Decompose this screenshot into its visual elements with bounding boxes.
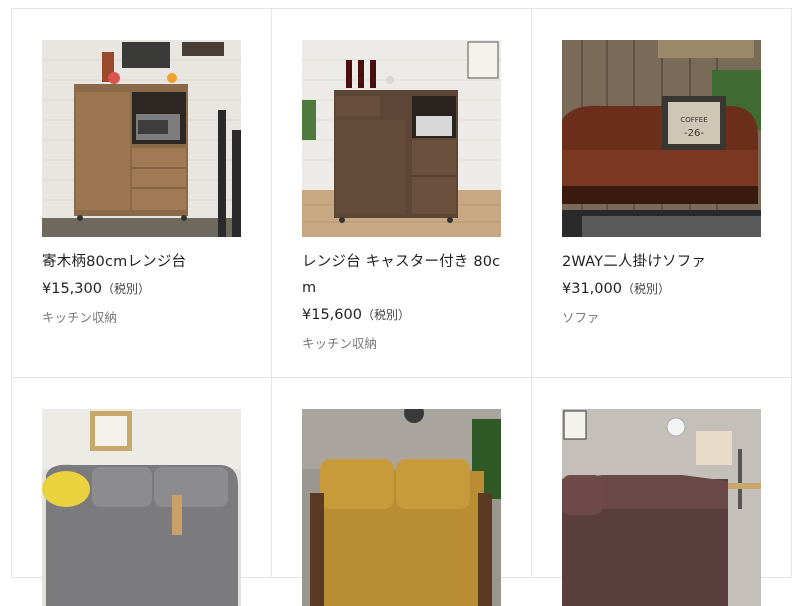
product-image[interactable] [42,409,241,606]
product-card[interactable]: COFFEE -26- 2WAY二人掛けソファ ¥31,000（税別） ソファ [532,9,792,378]
svg-text:-26-: -26- [684,128,704,139]
price-value: ¥15,600 [302,307,362,323]
product-card[interactable] [12,378,272,606]
tax-note: （税別） [361,308,410,322]
product-category[interactable]: キッチン収納 [302,335,502,353]
product-card[interactable]: レンジ台 キャスター付き 80cm ¥15,600（税別） キッチン収納 [272,9,532,378]
product-image[interactable] [562,409,761,606]
product-price: ¥31,000（税別） [562,277,762,301]
price-value: ¥31,000 [562,281,622,297]
product-category[interactable]: キッチン収納 [42,309,242,327]
product-title[interactable]: 寄木柄80cmレンジ台 [42,249,242,275]
price-value: ¥15,300 [42,281,102,297]
product-image[interactable] [42,40,241,237]
svg-text:COFFEE: COFFEE [680,116,707,124]
product-image[interactable] [302,40,501,237]
product-price: ¥15,600（税別） [302,303,502,327]
product-card[interactable] [532,378,792,606]
tax-note: （税別） [621,282,670,296]
product-grid: 寄木柄80cmレンジ台 ¥15,300（税別） キッチン収納 レンジ台 キャスタ… [11,8,792,606]
product-card[interactable]: 寄木柄80cmレンジ台 ¥15,300（税別） キッチン収納 [12,9,272,378]
product-card[interactable] [272,378,532,606]
tax-note: （税別） [101,282,150,296]
product-image[interactable] [302,409,501,606]
product-title[interactable]: レンジ台 キャスター付き 80cm [302,249,502,301]
product-image[interactable]: COFFEE -26- [562,40,761,237]
product-title[interactable]: 2WAY二人掛けソファ [562,249,762,275]
product-category[interactable]: ソファ [562,309,762,327]
product-price: ¥15,300（税別） [42,277,242,301]
